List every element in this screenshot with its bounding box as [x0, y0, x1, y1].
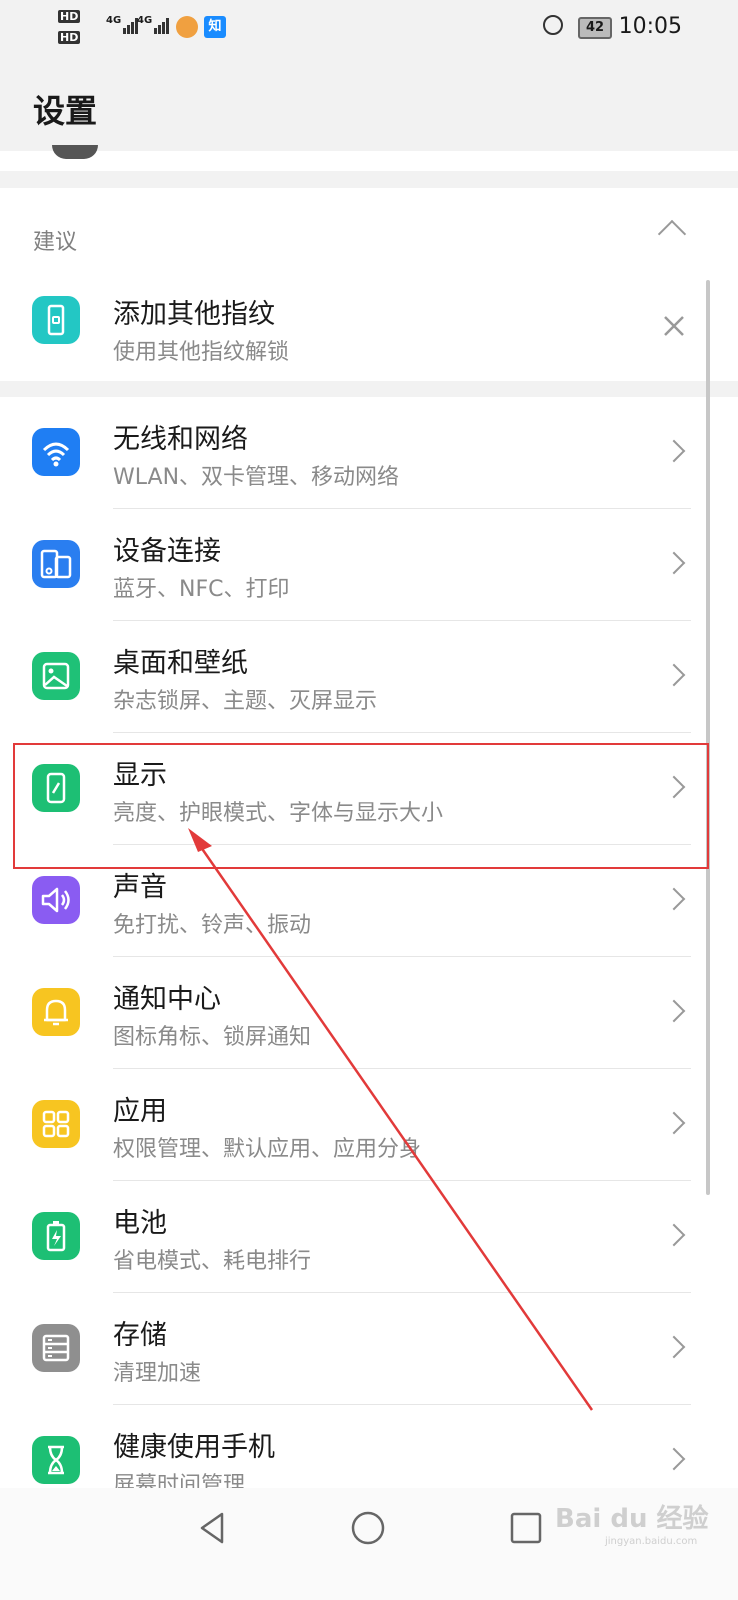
signal-1-icon: 4G [106, 16, 139, 34]
page-title: 设置 [33, 92, 98, 130]
chevron-right-icon [662, 551, 686, 575]
settings-item-subtitle: 省电模式、耗电排行 [113, 1249, 312, 1274]
settings-item-storage[interactable]: 存储 清理加速 [0, 1293, 738, 1405]
settings-item-digital-balance[interactable]: 健康使用手机 屏幕时间管理 [0, 1405, 738, 1488]
suggestion-subtitle: 使用其他指纹解锁 [113, 340, 290, 365]
settings-item-subtitle: 蓝牙、NFC、打印 [113, 577, 290, 602]
suggestion-title: 添加其他指纹 [113, 299, 275, 330]
chevron-right-icon [662, 887, 686, 911]
profile-card-edge[interactable] [0, 145, 738, 171]
settings-item-subtitle: WLAN、双卡管理、移动网络 [113, 465, 400, 490]
settings-item-title: 应用 [113, 1096, 167, 1127]
alarm-icon [543, 15, 563, 35]
settings-item-subtitle: 权限管理、默认应用、应用分身 [113, 1137, 422, 1162]
settings-item-subtitle: 免打扰、铃声、振动 [113, 913, 312, 938]
scrollbar[interactable] [706, 280, 710, 1195]
suggestions-card: 建议 添加其他指纹 使用其他指纹解锁 [0, 188, 738, 381]
status-time: 10:05 [618, 14, 682, 39]
avatar[interactable] [52, 145, 98, 159]
settings-item-subtitle: 屏幕时间管理 [113, 1473, 246, 1488]
settings-item-title: 桌面和壁纸 [113, 648, 248, 679]
chevron-right-icon [662, 663, 686, 687]
collapse-chevron-icon[interactable] [657, 219, 687, 249]
settings-item-device-connection[interactable]: 设备连接 蓝牙、NFC、打印 [0, 509, 738, 621]
app-notification-icon [176, 16, 198, 38]
zhihu-icon: 知 [204, 16, 226, 38]
settings-item-subtitle: 杂志锁屏、主题、灭屏显示 [113, 689, 378, 714]
signal-2-icon: 4G [137, 16, 170, 34]
hd-indicator-2: HD [58, 31, 81, 44]
chevron-right-icon [662, 439, 686, 463]
section-label-suggestions: 建议 [33, 230, 78, 255]
storage-icon [32, 1324, 80, 1372]
chevron-right-icon [662, 1223, 686, 1247]
settings-item-home-wallpaper[interactable]: 桌面和壁纸 杂志锁屏、主题、灭屏显示 [0, 621, 738, 733]
dismiss-close-icon[interactable] [660, 312, 688, 340]
hd-indicator-1: HD [58, 10, 81, 23]
chevron-right-icon [662, 1111, 686, 1135]
settings-item-title: 通知中心 [113, 984, 221, 1015]
wallpaper-icon [32, 652, 80, 700]
settings-item-title: 存储 [113, 1320, 167, 1351]
fingerprint-phone-icon [32, 296, 80, 344]
chevron-right-icon [662, 1335, 686, 1359]
battery-icon [32, 1212, 80, 1260]
apps-grid-icon [32, 1100, 80, 1148]
watermark-brand: Bai du 经验 [555, 1504, 709, 1534]
settings-item-title: 无线和网络 [113, 424, 248, 455]
page-header: 设置 [0, 56, 738, 151]
speaker-icon [32, 876, 80, 924]
back-icon[interactable] [192, 1508, 232, 1548]
settings-item-title: 声音 [113, 872, 167, 903]
highlight-box [13, 743, 709, 869]
settings-item-title: 电池 [113, 1208, 167, 1239]
settings-list: 无线和网络 WLAN、双卡管理、移动网络 设备连接 蓝牙、NFC、打印 桌面和壁… [0, 397, 738, 1488]
settings-item-title: 健康使用手机 [113, 1432, 275, 1463]
chevron-right-icon [662, 999, 686, 1023]
bell-icon [32, 988, 80, 1036]
chevron-right-icon [662, 1447, 686, 1471]
recents-icon[interactable] [506, 1508, 546, 1548]
home-icon[interactable] [348, 1508, 388, 1548]
battery-indicator: 42 [578, 17, 612, 39]
wifi-icon [32, 428, 80, 476]
status-bar: HD HD 4G 4G 知 42 10:05 [0, 0, 738, 56]
settings-item-apps[interactable]: 应用 权限管理、默认应用、应用分身 [0, 1069, 738, 1181]
hourglass-icon [32, 1436, 80, 1484]
settings-item-battery[interactable]: 电池 省电模式、耗电排行 [0, 1181, 738, 1293]
watermark-url: jingyan.baidu.com [605, 1536, 698, 1547]
settings-item-wireless[interactable]: 无线和网络 WLAN、双卡管理、移动网络 [0, 397, 738, 509]
settings-item-title: 设备连接 [113, 536, 221, 567]
suggestion-item-fingerprint[interactable]: 添加其他指纹 使用其他指纹解锁 [0, 260, 738, 380]
settings-item-subtitle: 清理加速 [113, 1361, 202, 1386]
settings-item-subtitle: 图标角标、锁屏通知 [113, 1025, 312, 1050]
device-connection-icon [32, 540, 80, 588]
settings-item-notifications[interactable]: 通知中心 图标角标、锁屏通知 [0, 957, 738, 1069]
navigation-bar: Bai du 经验 jingyan.baidu.com [0, 1488, 738, 1600]
